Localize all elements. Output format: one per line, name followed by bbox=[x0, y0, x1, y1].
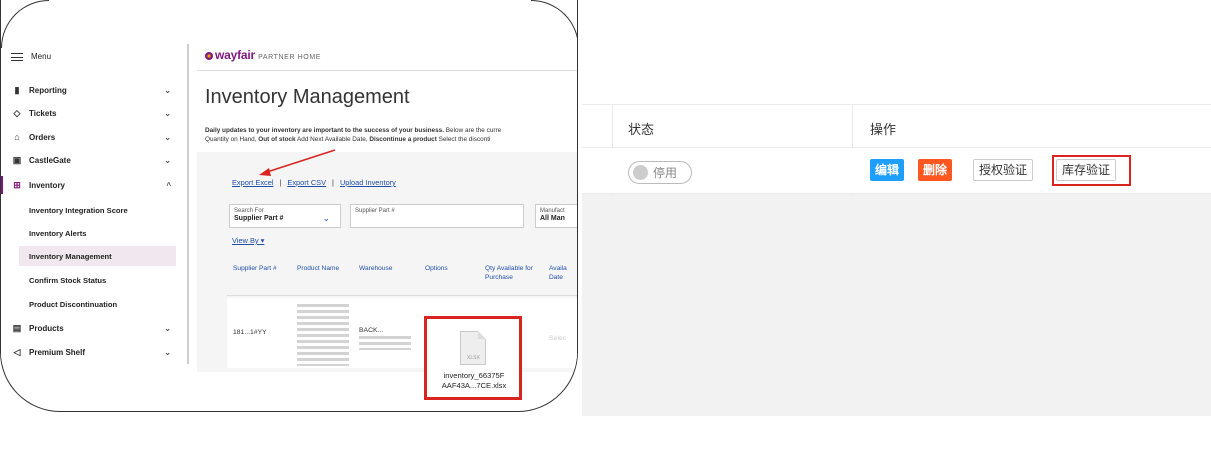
edit-button[interactable]: 编辑 bbox=[870, 159, 905, 181]
auth-verify-button[interactable]: 授权验证 bbox=[973, 159, 1034, 181]
downloaded-file-name: inventory_66375F AAF43A...7CE.xlsx bbox=[441, 371, 507, 390]
stock-verify-button[interactable]: 库存验证 bbox=[1056, 159, 1117, 181]
column-header-status: 状态 bbox=[628, 122, 655, 137]
admin-table-header: 状态 操作 bbox=[582, 104, 1211, 148]
column-header-actions: 操作 bbox=[870, 122, 897, 137]
status-toggle[interactable]: 停用 bbox=[628, 161, 692, 184]
toggle-knob bbox=[633, 165, 648, 180]
admin-table-panel: 状态 操作 停用 编辑 删除 授权验证 库存验证 bbox=[582, 104, 1211, 416]
table-row: 停用 编辑 删除 授权验证 库存验证 bbox=[582, 148, 1211, 194]
xlsx-file-icon: XLSX bbox=[460, 331, 486, 365]
delete-button[interactable]: 删除 bbox=[918, 159, 953, 181]
composite-screenshot: Menu ▮ Reporting ⌄ ◇ Tickets ⌄ ⌂ Orders … bbox=[0, 0, 1211, 452]
downloaded-file-highlight[interactable]: XLSX inventory_66375F AAF43A...7CE.xlsx bbox=[424, 316, 522, 400]
toggle-label: 停用 bbox=[653, 166, 678, 180]
